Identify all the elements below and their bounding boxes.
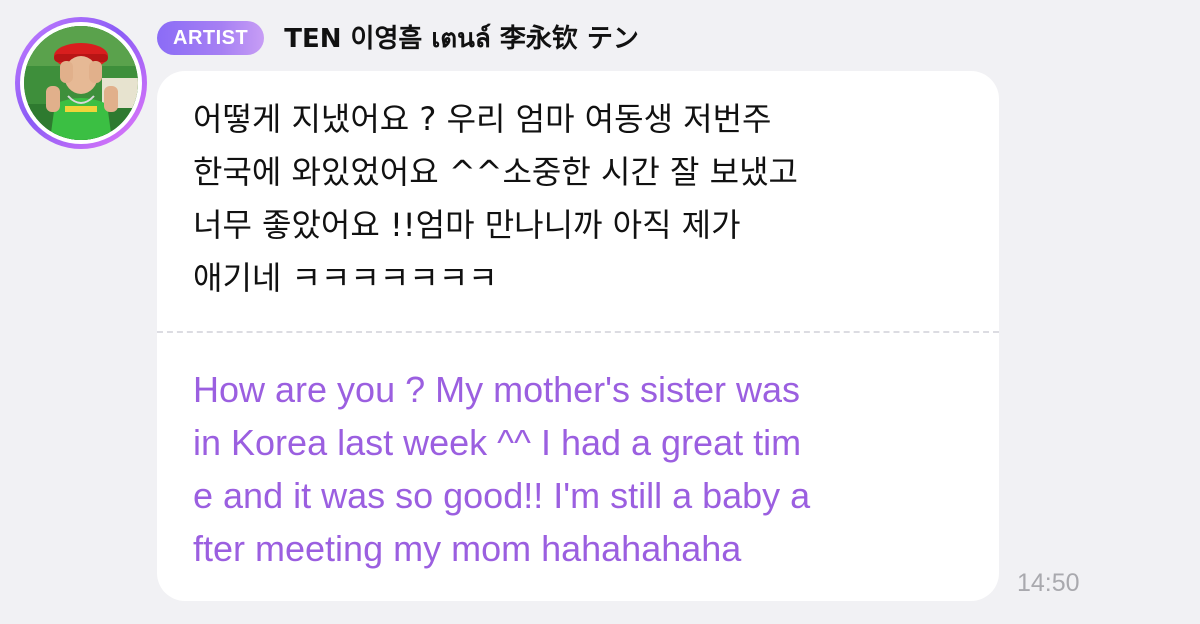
translation-divider	[157, 331, 999, 333]
artist-badge: ARTIST	[157, 21, 265, 55]
translation-line: How are you ? My mother's sister was	[193, 369, 801, 410]
message-timestamp: 14:50	[1017, 569, 1080, 597]
translation-line: in Korea last week ^^ I had a great tim	[193, 422, 802, 463]
avatar-photo	[24, 26, 138, 140]
original-line: 한국에 와있었어요 ^^소중한 시간 잘 보냈고	[193, 153, 798, 191]
message-header: ARTIST TEN 이영흠 เตนล์ 李永钦 テン	[157, 20, 639, 56]
translated-message: How are you ? My mother's sister was in …	[193, 363, 983, 575]
avatar[interactable]	[15, 17, 147, 149]
original-line: 애기네 ㅋㅋㅋㅋㅋㅋㅋ	[193, 259, 498, 297]
avatar-image	[24, 26, 138, 140]
original-line: 어떻게 지냈어요 ? 우리 엄마 여동생 저번주	[193, 100, 772, 138]
original-message: 어떻게 지냈어요 ? 우리 엄마 여동생 저번주 한국에 와있었어요 ^^소중한…	[193, 93, 973, 305]
translation-line: e and it was so good!! I'm still a baby …	[193, 475, 811, 516]
original-line: 너무 좋았어요 !!엄마 만나니까 아직 제가	[193, 206, 741, 244]
translation-line: fter meeting my mom hahahahaha	[193, 528, 742, 569]
message-bubble[interactable]: 어떻게 지냈어요 ? 우리 엄마 여동생 저번주 한국에 와있었어요 ^^소중한…	[157, 71, 999, 601]
artist-name[interactable]: TEN 이영흠 เตนล์ 李永钦 テン	[284, 18, 639, 59]
